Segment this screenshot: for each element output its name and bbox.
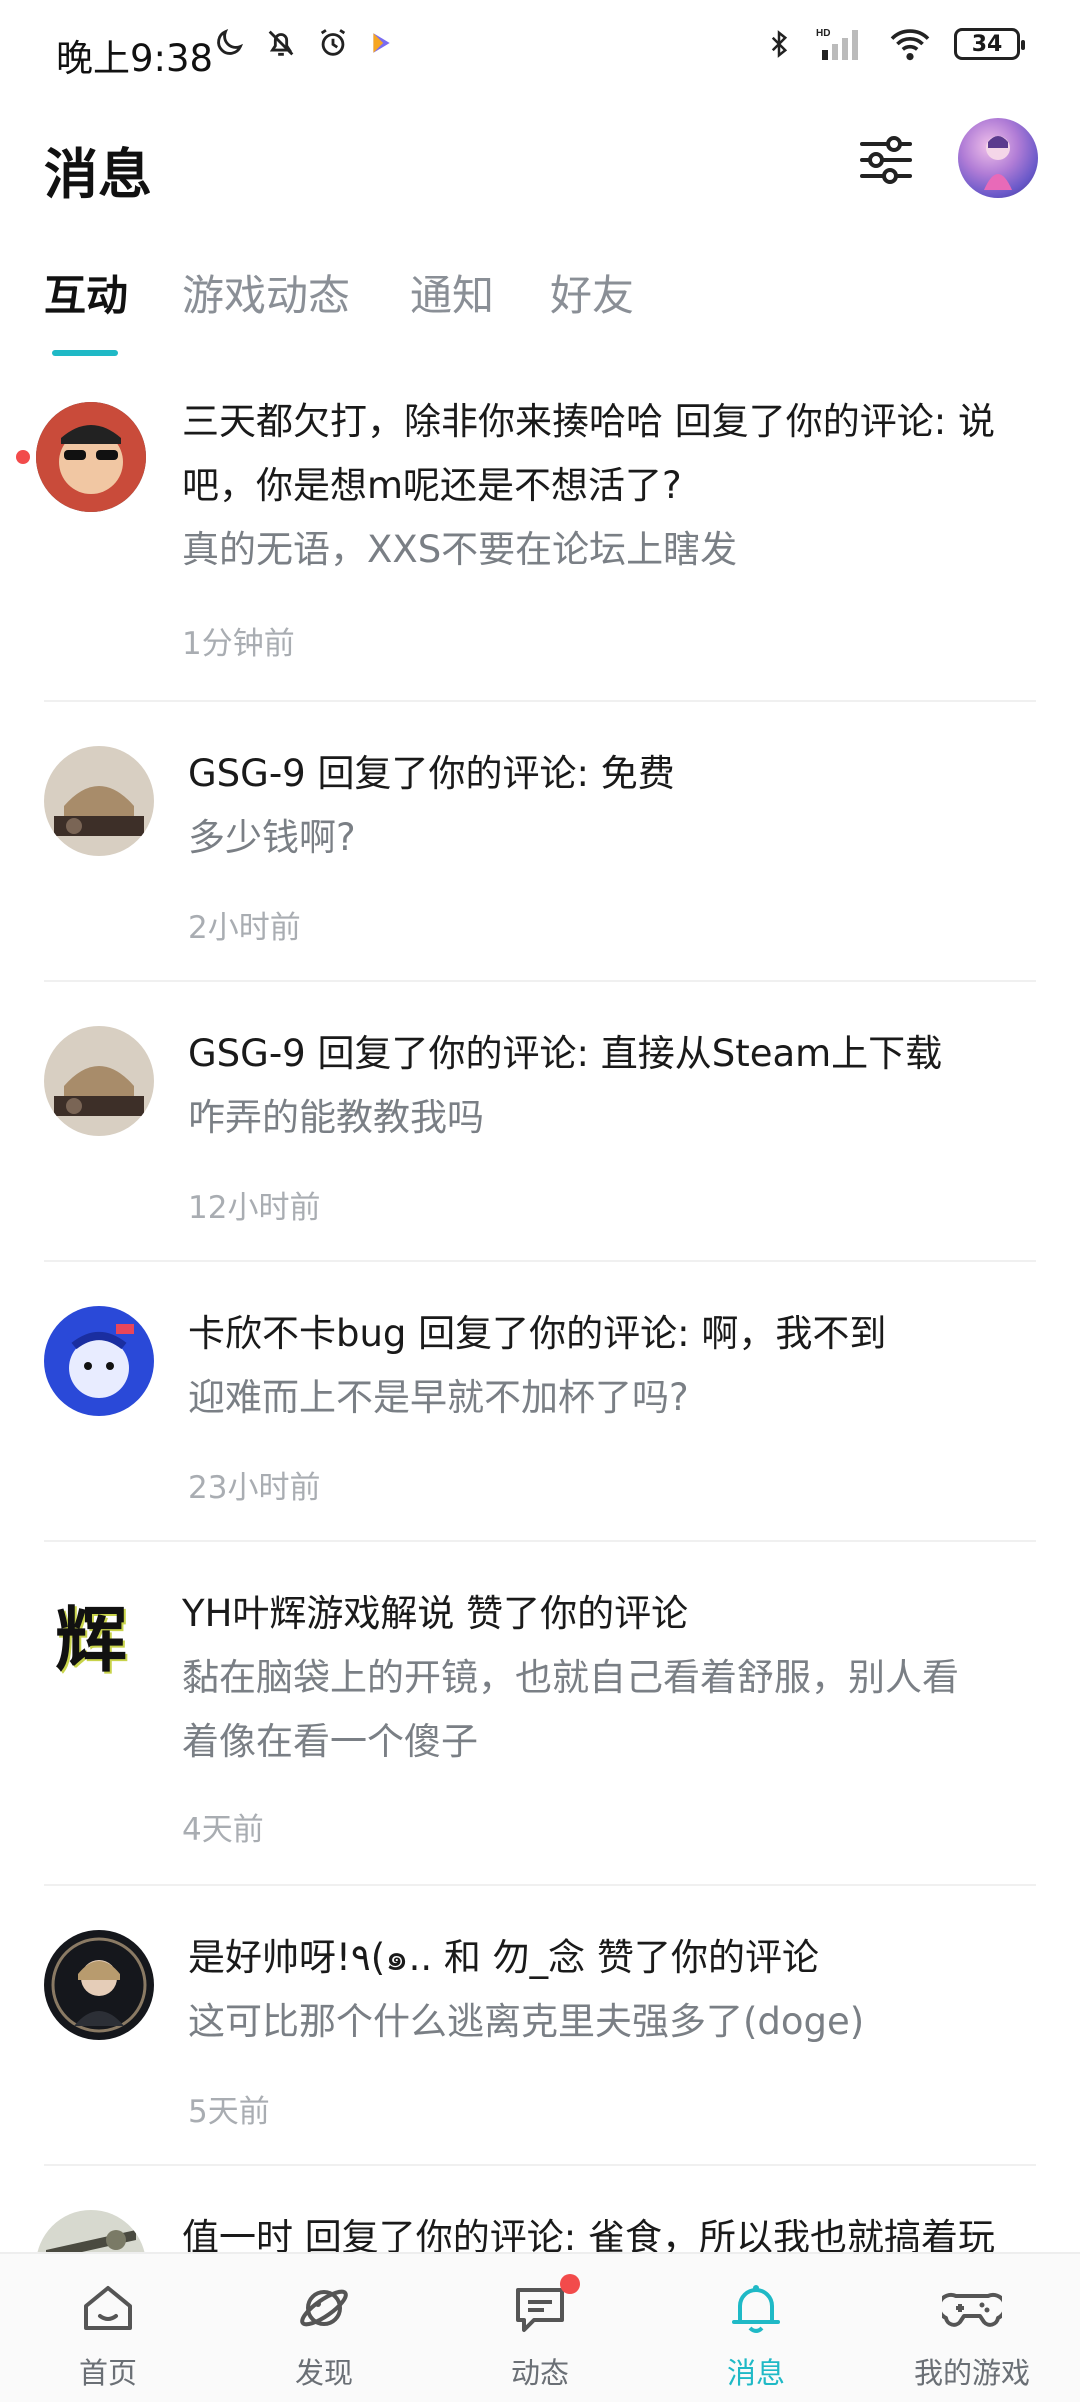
- message-title: 值一时 回复了你的评论: 雀食，所以我也就搞着玩: [182, 2216, 995, 2252]
- header: 消息: [0, 110, 1080, 220]
- active-tab-indicator: [52, 350, 118, 356]
- message-item[interactable]: 三天都欠打，除非你来揍哈哈 回复了你的评论: 说 吧，你是想m呢还是不想活了? …: [0, 380, 1080, 702]
- message-time: 5天前: [188, 2094, 270, 2130]
- bell-icon: [732, 2285, 780, 2333]
- battery-indicator: 34: [954, 28, 1025, 60]
- message-title: 是好帅呀!٩(๑.. 和 勿_念 赞了你的评论: [188, 1936, 819, 1979]
- nav-discover[interactable]: 发现: [216, 2254, 432, 2402]
- user-avatar-gsg9-icon[interactable]: [44, 746, 154, 856]
- message-quote: 多少钱啊?: [188, 816, 356, 859]
- message-item[interactable]: GSG-9 回复了你的评论: 免费 多少钱啊? 2小时前: [0, 702, 1080, 982]
- tab-interaction[interactable]: 互动: [44, 262, 128, 323]
- nav-home[interactable]: 首页: [0, 2254, 216, 2402]
- message-title: 卡欣不卡bug 回复了你的评论: 啊，我不到: [188, 1312, 887, 1355]
- page-title: 消息: [44, 143, 152, 206]
- status-bar: 晚上9:38 HD 34: [0, 0, 1080, 100]
- calligraphy-glyph: 辉: [54, 1596, 127, 1682]
- message-time: 12小时前: [188, 1190, 321, 1226]
- discover-icon: [300, 2289, 348, 2327]
- status-time: 晚上9:38: [56, 37, 214, 80]
- my-avatar[interactable]: [958, 118, 1038, 198]
- bell-off-icon: [268, 30, 294, 56]
- filter-settings-icon[interactable]: [856, 130, 916, 190]
- home-icon: [84, 2286, 132, 2330]
- nav-home-label: 首页: [78, 2356, 137, 2390]
- nav-feed-badge: [560, 2274, 580, 2294]
- message-tabs: 互动 游戏动态 通知 好友: [0, 262, 1080, 362]
- gamepad-icon: [942, 2292, 1002, 2327]
- tab-game-updates[interactable]: 游戏动态: [182, 262, 350, 323]
- play-store-icon: [373, 33, 390, 53]
- message-item[interactable]: GSG-9 回复了你的评论: 直接从Steam上下载 咋弄的能教教我吗 12小时…: [0, 982, 1080, 1262]
- network-label: HD: [816, 28, 830, 39]
- message-title: YH叶辉游戏解说 赞了你的评论: [182, 1592, 689, 1635]
- status-icons-right: HD 34: [764, 26, 1025, 62]
- message-title: GSG-9 回复了你的评论: 直接从Steam上下载: [188, 1032, 943, 1075]
- nav-my-games[interactable]: 我的游戏: [864, 2254, 1080, 2402]
- user-avatar-anime-blue-icon[interactable]: [44, 1306, 154, 1416]
- message-item[interactable]: 辉 YH叶辉游戏解说 赞了你的评论 黏在脑袋上的开镜，也就自己看着舒服，别人看 …: [0, 1542, 1080, 1886]
- message-time: 2小时前: [188, 910, 301, 946]
- message-time: 4天前: [182, 1812, 264, 1848]
- user-avatar-partial-icon[interactable]: [36, 2210, 146, 2252]
- tab-notifications[interactable]: 通知: [410, 262, 494, 323]
- nav-feed[interactable]: 动态: [432, 2254, 648, 2402]
- message-item[interactable]: 是好帅呀!٩(๑.. 和 勿_念 赞了你的评论 这可比那个什么逃离克里夫强多了(…: [0, 1886, 1080, 2166]
- message-item[interactable]: 值一时 回复了你的评论: 雀食，所以我也就搞着玩: [0, 2166, 1080, 2252]
- user-avatar-portrait-icon[interactable]: [44, 1930, 154, 2040]
- status-icons-left: [212, 26, 394, 60]
- user-avatar-sunglasses-icon[interactable]: [36, 402, 146, 512]
- unread-dot: [16, 450, 30, 464]
- bottom-navigation: 首页 发现 动态 消息 我的游戏: [0, 2252, 1080, 2402]
- message-quote-cont: 着像在看一个傻子: [182, 1720, 478, 1763]
- nav-messages-label: 消息: [726, 2356, 785, 2390]
- message-time: 23小时前: [188, 1470, 321, 1506]
- message-item[interactable]: 卡欣不卡bug 回复了你的评论: 啊，我不到 迎难而上不是早就不加杯了吗? 23…: [0, 1262, 1080, 1542]
- nav-messages[interactable]: 消息: [648, 2254, 864, 2402]
- alarm-icon: [320, 29, 346, 56]
- message-quote: 迎难而上不是早就不加杯了吗?: [188, 1376, 689, 1419]
- message-quote: 真的无语，XXS不要在论坛上瞎发: [182, 528, 738, 571]
- message-title: 三天都欠打，除非你来揍哈哈 回复了你的评论: 说: [182, 400, 995, 443]
- avatar-image-icon: [984, 136, 1012, 190]
- message-quote: 黏在脑袋上的开镜，也就自己看着舒服，别人看: [182, 1656, 959, 1699]
- nav-feed-label: 动态: [510, 2356, 569, 2390]
- user-avatar-gsg9-icon[interactable]: [44, 1026, 154, 1136]
- wifi-icon: [890, 29, 930, 61]
- moon-icon: [217, 28, 244, 55]
- message-quote: 咋弄的能教教我吗: [188, 1096, 484, 1139]
- nav-my-games-label: 我的游戏: [913, 2356, 1030, 2390]
- nav-discover-label: 发现: [294, 2356, 353, 2390]
- signal-icon: HD: [816, 28, 858, 60]
- tab-friends[interactable]: 好友: [550, 262, 634, 323]
- message-title-cont: 吧，你是想m呢还是不想活了?: [182, 464, 682, 507]
- user-avatar-calligraphy-icon[interactable]: 辉: [36, 1578, 146, 1688]
- bluetooth-icon: [771, 30, 788, 58]
- message-quote: 这可比那个什么逃离克里夫强多了(doge): [188, 2000, 865, 2043]
- message-time: 1分钟前: [182, 626, 295, 662]
- message-title: GSG-9 回复了你的评论: 免费: [188, 752, 675, 795]
